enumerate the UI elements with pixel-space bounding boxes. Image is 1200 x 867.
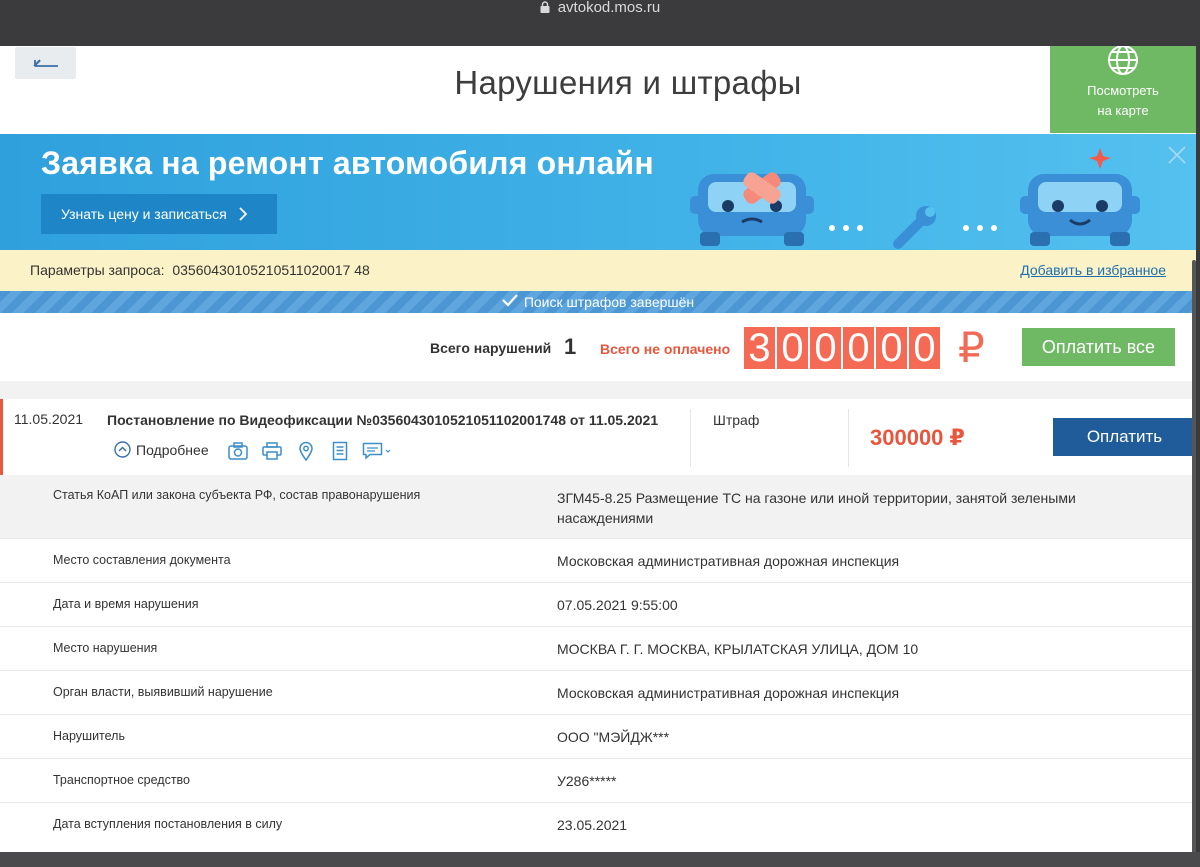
- repair-banner[interactable]: Заявка на ремонт автомобиля онлайн Узнат…: [0, 134, 1196, 250]
- detail-value: МОСКВА Г. Г. МОСКВА, КРЫЛАТСКАЯ УЛИЦА, Д…: [557, 641, 919, 657]
- photo-icon[interactable]: [226, 439, 250, 463]
- detail-row: Транспортное средство У286*****: [0, 759, 1196, 803]
- unpaid-digit: 3: [744, 327, 775, 369]
- search-status-strip: Поиск штрафов завершён: [0, 291, 1196, 313]
- scrollbar[interactable]: [1192, 260, 1196, 852]
- page-title: Нарушения и штрафы: [454, 64, 802, 101]
- map-pin-icon[interactable]: [294, 439, 318, 463]
- happy-car-icon: [1020, 148, 1140, 246]
- detail-key: Место нарушения: [53, 641, 158, 655]
- violation-details-table: Статья КоАП или закона субъекта РФ, сост…: [0, 475, 1196, 847]
- totals-row: Всего нарушений 1 Всего не оплачено 3 0 …: [0, 313, 1196, 381]
- map-button-line1: Посмотреть: [1087, 83, 1159, 98]
- unpaid-digit: 0: [843, 327, 874, 369]
- document-icon[interactable]: [328, 439, 352, 463]
- violation-amount: 300000 ₽: [870, 425, 965, 450]
- chevron-up-circle-icon: [114, 441, 131, 458]
- violation-date: 11.05.2021: [14, 411, 84, 427]
- check-icon: [502, 294, 518, 307]
- detail-value: У286*****: [557, 773, 617, 789]
- detail-key: Дата вступления постановления в силу: [53, 817, 283, 831]
- get-price-label: Узнать цену и записаться: [61, 206, 227, 222]
- view-on-map-button[interactable]: Посмотреть на карте: [1050, 46, 1196, 133]
- add-to-favorites-link[interactable]: Добавить в избранное: [1020, 262, 1166, 278]
- detail-row: Дата и время нарушения 07.05.2021 9:55:0…: [0, 583, 1196, 627]
- search-status: Поиск штрафов завершён: [523, 294, 695, 310]
- lock-icon: [540, 1, 550, 13]
- detail-value: Московская административная дорожная инс…: [557, 553, 900, 569]
- detail-row: Место составления документа Московская а…: [0, 539, 1196, 583]
- detail-row: Дата вступления постановления в силу 23.…: [0, 803, 1196, 847]
- detail-row: Статья КоАП или закона субъекта РФ, сост…: [0, 475, 1196, 539]
- request-params-bar: Параметры запроса: 035604301052105110200…: [0, 250, 1196, 291]
- currency-sign: ₽: [958, 324, 985, 371]
- detail-row: Нарушитель ООО "МЭЙДЖ***: [0, 715, 1196, 759]
- detail-value: 07.05.2021 9:55:00: [557, 597, 678, 613]
- unpaid-digit: 0: [909, 327, 940, 369]
- url: avtokod.mos.ru: [557, 0, 661, 16]
- detail-key: Нарушитель: [53, 729, 125, 743]
- comment-icon[interactable]: [362, 439, 392, 463]
- detail-value: ЗГМ45-8.25 Размещение ТС на газоне или и…: [557, 490, 1076, 526]
- unpaid-amount-digits: 3 0 0 0 0 0: [744, 327, 940, 369]
- detail-value: Московская административная дорожная инс…: [557, 685, 900, 701]
- detail-key: Место составления документа: [53, 553, 231, 567]
- detail-key: Дата и время нарушения: [53, 597, 199, 611]
- unpaid-digit: 0: [777, 327, 808, 369]
- globe-icon: [1108, 46, 1138, 75]
- unpaid-indicator: [0, 399, 3, 475]
- map-button-line2: на карте: [1097, 103, 1149, 118]
- unpaid-digit: 0: [810, 327, 841, 369]
- page: Нарушения и штрафы Посмотреть на карте З…: [0, 46, 1196, 852]
- divider: [690, 409, 691, 467]
- browser-bottom-bar: [0, 852, 1200, 867]
- get-price-button[interactable]: Узнать цену и записаться: [41, 194, 277, 234]
- repair-illustration: [690, 148, 1140, 249]
- violation-card: 11.05.2021 Постановление по Видеофиксаци…: [0, 399, 1196, 475]
- more-details-label: Подробнее: [136, 441, 209, 458]
- violation-actions: [226, 439, 392, 463]
- chevron-right-icon: [239, 207, 247, 221]
- divider: [848, 409, 849, 467]
- violations-total-count: 1: [564, 334, 577, 359]
- violation-type: Штраф: [713, 412, 760, 428]
- detail-row: Орган власти, выявивший нарушение Москов…: [0, 671, 1196, 715]
- unpaid-digit: 0: [876, 327, 907, 369]
- browser-address-bar[interactable]: avtokod.mos.ru: [0, 0, 1200, 46]
- detail-value: ООО "МЭЙДЖ***: [557, 729, 670, 745]
- address-text: avtokod.mos.ru: [0, 0, 1200, 18]
- more-details-toggle[interactable]: Подробнее: [114, 441, 209, 458]
- violations-total-label: Всего нарушений: [430, 340, 552, 356]
- print-icon[interactable]: [260, 439, 284, 463]
- detail-row: Место нарушения МОСКВА Г. Г. МОСКВА, КРЫ…: [0, 627, 1196, 671]
- params-label: Параметры запроса:: [30, 262, 165, 278]
- detail-key: Статья КоАП или закона субъекта РФ, сост…: [53, 488, 421, 502]
- banner-title: Заявка на ремонт автомобиля онлайн: [41, 145, 654, 181]
- unpaid-total-label: Всего не оплачено: [600, 341, 731, 357]
- decree-title: Постановление по Видеофиксации №03560430…: [107, 412, 659, 428]
- pay-all-button[interactable]: Оплатить все: [1022, 328, 1175, 366]
- detail-key: Транспортное средство: [53, 773, 190, 787]
- wrench-icon: [893, 206, 936, 249]
- params-value: 03560430105210511020017 48: [172, 262, 370, 278]
- pay-button[interactable]: Оплатить: [1053, 418, 1196, 456]
- broken-car-icon: [690, 172, 814, 246]
- close-icon[interactable]: [1162, 140, 1192, 170]
- detail-key: Орган власти, выявивший нарушение: [53, 685, 273, 699]
- detail-value: 23.05.2021: [557, 817, 628, 833]
- separator: [0, 381, 1196, 399]
